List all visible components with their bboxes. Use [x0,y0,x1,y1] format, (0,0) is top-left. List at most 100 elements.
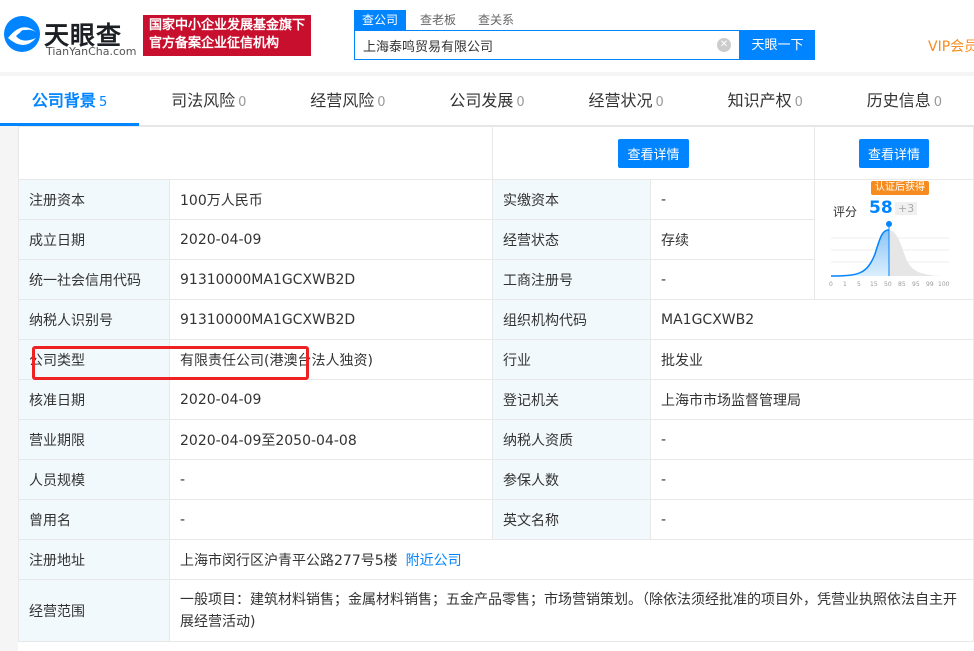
field-label: 成立日期 [18,219,170,260]
axis-tick: 95 [912,281,920,288]
tab-company-development[interactable]: 公司发展 0 [417,76,556,126]
top-header: 天眼查 TianYanCha.com 国家中小企业发展基金旗下 官方备案企业征信… [0,0,974,72]
clear-icon[interactable]: ✕ [717,38,731,52]
search-button[interactable]: 天眼一下 [740,30,815,60]
business-info-table: 查看详情 查看详情 注册资本 100万人民币 实缴资本 - 认证后获得 评分 5… [18,126,974,642]
table-row: 查看详情 查看详情 [18,126,974,180]
field-label: 英文名称 [492,499,651,540]
axis-tick: 5 [857,281,861,288]
field-label: 实缴资本 [492,179,651,220]
tab-business-risk[interactable]: 经营风险 0 [278,76,417,126]
tianyancha-logo-icon [4,16,40,52]
field-value: 上海市闵行区沪青平公路277号5楼 [180,552,398,569]
tab-count: 0 [933,95,943,110]
certification-tag: 认证后获得 [871,181,929,195]
logo-domain: TianYanCha.com [46,45,137,58]
tab-business-status[interactable]: 经营状况 0 [557,76,696,126]
field-value: - [650,259,815,300]
axis-tick: 100 [938,281,950,288]
tab-count: 0 [238,95,247,110]
field-label: 行业 [492,339,651,380]
field-value: 91310000MA1GCXWB2D [169,299,493,340]
field-value: - [650,499,974,540]
tab-label: 历史信息 [866,91,931,110]
field-label: 曾用名 [18,499,170,540]
table-row: 人员规模 - 参保人数 - [18,459,974,500]
field-value: 2020-04-09 [169,219,493,260]
table-row: 纳税人识别号 91310000MA1GCXWB2D 组织机构代码 MA1GCXW… [18,299,974,340]
axis-tick: 85 [898,281,906,288]
table-row: 注册地址 上海市闵行区沪青平公路277号5楼 附近公司 [18,539,974,580]
field-value: 100万人民币 [169,179,493,220]
score-axis: 0 1 5 15 50 85 95 99 100 [829,281,950,288]
tab-count: 5 [98,95,108,110]
tab-label: 知识产权 [727,91,792,110]
business-scope-value: 一般项目：建筑材料销售；金属材料销售；五金产品零售；市场营销策划。（除依法须经批… [169,579,974,642]
field-value: MA1GCXWB2 [650,299,974,340]
view-details-button[interactable]: 查看详情 [858,138,929,168]
tab-label: 公司发展 [449,91,514,110]
search-box: ✕ [354,30,740,60]
view-details-button[interactable]: 查看详情 [618,138,689,168]
vip-link[interactable]: VIP会员 [928,36,974,56]
tab-search-relation[interactable]: 查关系 [470,10,522,30]
field-label: 人员规模 [18,459,170,500]
tab-count: 0 [377,95,386,110]
score-value: 58 [869,198,893,218]
tab-search-boss[interactable]: 查老板 [412,10,464,30]
table-row: 注册资本 100万人民币 实缴资本 - 认证后获得 评分 58 +3 0 1 5… [18,179,974,300]
field-label: 经营范围 [18,579,170,642]
tab-history[interactable]: 历史信息 0 [835,76,974,126]
field-label: 营业期限 [18,419,170,460]
axis-tick: 15 [870,281,878,288]
tab-label: 公司背景 [31,91,96,110]
distribution-area [831,230,949,276]
field-value: 2020-04-09至2050-04-08 [169,419,493,460]
field-label: 纳税人资质 [492,419,651,460]
field-label: 统一社会信用代码 [18,259,170,300]
axis-tick: 1 [843,281,847,288]
tab-legal-risk[interactable]: 司法风险 0 [139,76,278,126]
table-row: 核准日期 2020-04-09 登记机关 上海市市场监督管理局 [18,379,974,420]
field-label: 经营状态 [492,219,651,260]
field-value: - [650,459,974,500]
tab-company-background[interactable]: 公司背景 5 [0,76,140,126]
axis-tick: 0 [829,281,833,288]
tab-count: 0 [516,95,525,110]
field-value: - [650,179,815,220]
field-label: 纳税人识别号 [18,299,170,340]
field-label: 工商注册号 [492,259,651,300]
field-value: 2020-04-09 [169,379,493,420]
score-label: 评分 [833,205,858,219]
table-row: 经营范围 一般项目：建筑材料销售；金属材料销售；五金产品零售；市场营销策划。（除… [18,579,974,642]
field-value: - [169,499,493,540]
tab-count: 0 [794,95,803,110]
field-value: 存续 [650,219,815,260]
field-value: - [650,419,974,460]
tab-search-company[interactable]: 查公司 [354,10,407,30]
company-nav-tabs: 公司背景 5 司法风险 0 经营风险 0 公司发展 0 经营状况 0 知识产权 0 历史信息… [0,76,974,126]
site-logo[interactable]: 天眼查 TianYanCha.com [0,8,140,58]
address-cell: 上海市闵行区沪青平公路277号5楼 附近公司 [169,539,974,580]
highlight-box [32,346,309,380]
tab-intellectual-property[interactable]: 知识产权 0 [696,76,835,126]
field-label: 参保人数 [492,459,651,500]
tab-label: 司法风险 [171,91,236,110]
badge-line2: 官方备案企业征信机构 [149,36,280,51]
table-row: 曾用名 - 英文名称 - [18,499,974,540]
table-row: 营业期限 2020-04-09至2050-04-08 纳税人资质 - [18,419,974,460]
axis-tick: 99 [926,281,934,288]
score-panel[interactable]: 认证后获得 评分 58 +3 0 1 5 15 50 85 95 99 100 [814,179,974,300]
business-info-panel: 查看详情 查看详情 注册资本 100万人民币 实缴资本 - 认证后获得 评分 5… [18,126,974,651]
badge-line1: 国家中小企业发展基金旗下 [149,18,306,33]
score-bonus: +3 [895,202,918,215]
field-label: 注册资本 [18,179,170,220]
field-label: 登记机关 [492,379,651,420]
tab-label: 经营状况 [588,91,653,110]
search-input[interactable] [363,31,703,59]
field-label: 组织机构代码 [492,299,651,340]
official-badge: 国家中小企业发展基金旗下 官方备案企业征信机构 [143,15,311,56]
field-value: 上海市市场监督管理局 [650,379,974,420]
score-distribution-chart: 0 1 5 15 50 85 95 99 100 [829,221,950,288]
nearby-companies-link[interactable]: 附近公司 [406,553,462,569]
